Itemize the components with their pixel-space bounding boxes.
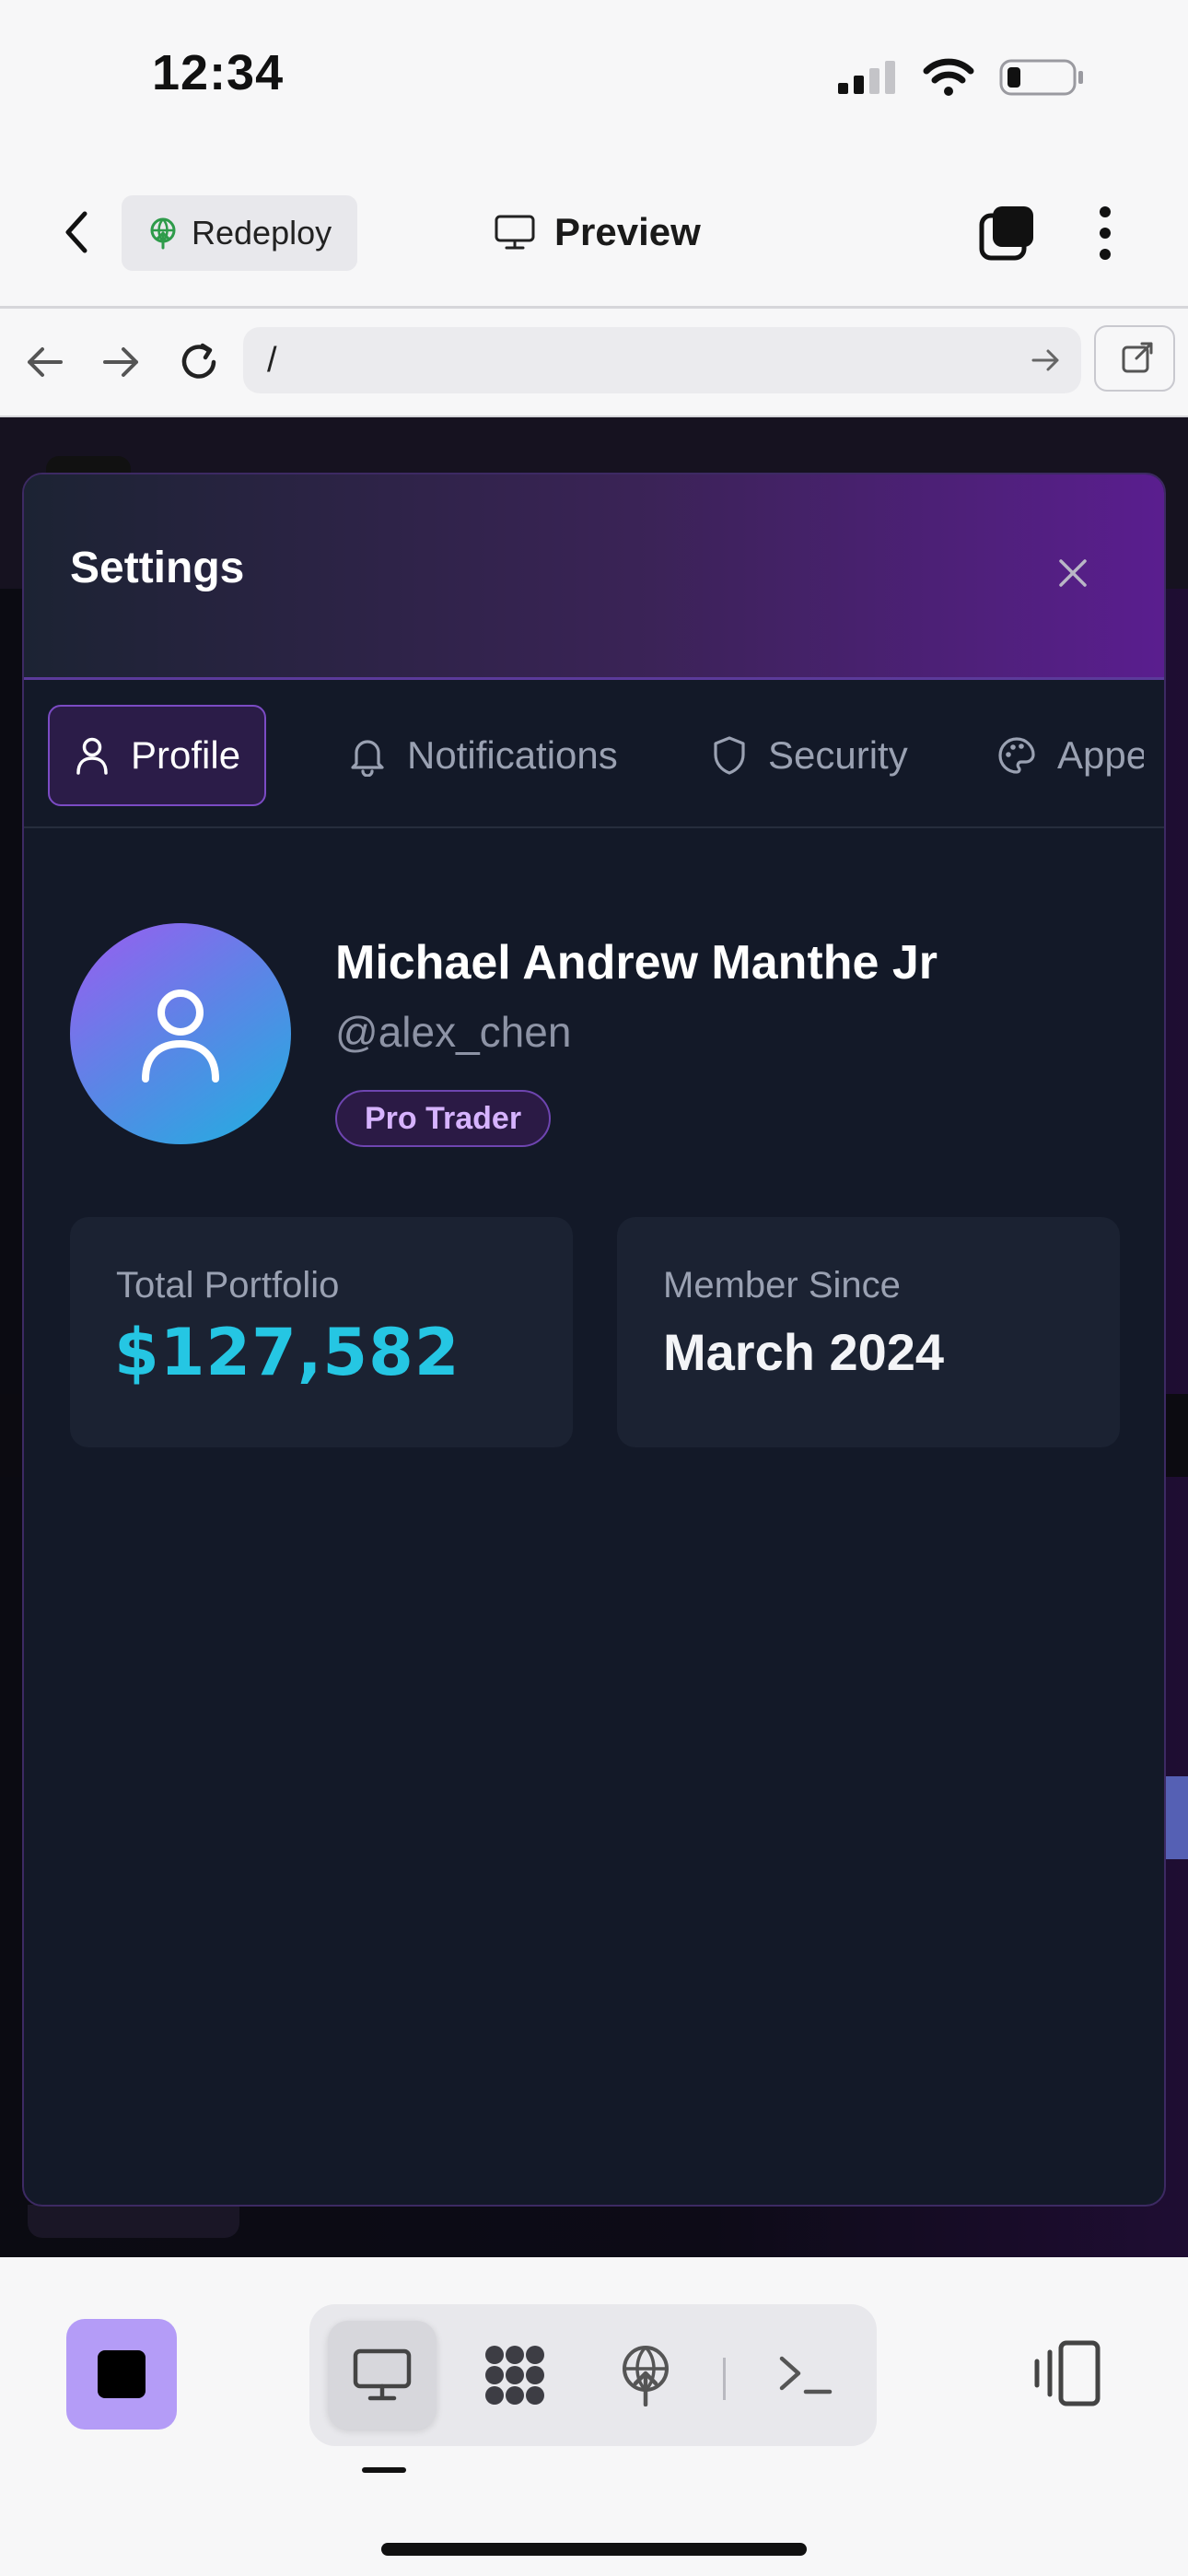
- terminal-icon: [779, 2356, 833, 2395]
- tab-profile-label: Profile: [131, 733, 241, 777]
- portfolio-label: Total Portfolio: [116, 1265, 340, 1306]
- portfolio-card: Total Portfolio $127,582: [70, 1217, 573, 1447]
- home-indicator[interactable]: [381, 2543, 807, 2556]
- nav-back-icon[interactable]: [20, 338, 68, 386]
- portfolio-value: $127,582: [114, 1315, 460, 1390]
- url-go-arrow-icon[interactable]: [1030, 344, 1063, 377]
- modal-header: Settings: [24, 474, 1164, 680]
- tool-workflows[interactable]: [460, 2321, 569, 2430]
- tab-appearance[interactable]: Appearance: [973, 705, 1144, 806]
- external-link-icon: [1122, 342, 1153, 373]
- open-external-button[interactable]: [1094, 325, 1175, 392]
- tab-notifications[interactable]: Notifications: [324, 705, 642, 806]
- status-icons: [836, 57, 1087, 98]
- status-badge: Pro Trader: [335, 1090, 552, 1147]
- battery-icon: [999, 59, 1083, 96]
- user-avatar-icon: [142, 989, 219, 1083]
- tab-security-label: Security: [768, 733, 908, 777]
- stop-button[interactable]: [66, 2319, 177, 2430]
- app-viewport: Settings Profile Notifications Security …: [0, 417, 1188, 2257]
- monitor-icon: [495, 215, 535, 250]
- cellular-signal-icon: [838, 61, 895, 94]
- globe-upload-icon: [150, 217, 176, 250]
- member-since-card: Member Since March 2024: [617, 1217, 1120, 1447]
- tabs-switcher-icon[interactable]: [978, 205, 1035, 262]
- tab-profile[interactable]: Profile: [48, 705, 267, 806]
- device-frame-icon[interactable]: [1030, 2337, 1105, 2411]
- profile-name: Michael Andrew Manthe Jr: [335, 936, 938, 989]
- tab-scroll-area[interactable]: Profile Notifications Security App: [24, 679, 1144, 826]
- tab-notifications-label: Notifications: [407, 733, 618, 777]
- app-header: Redeploy Preview: [0, 157, 1188, 309]
- redeploy-label: Redeploy: [192, 214, 332, 252]
- tab-security[interactable]: Security: [687, 705, 932, 806]
- reload-icon[interactable]: [175, 338, 223, 386]
- monitor-icon: [353, 2348, 412, 2401]
- bell-icon: [351, 740, 384, 777]
- close-icon[interactable]: [1054, 554, 1092, 592]
- globe-upload-icon: [623, 2346, 669, 2406]
- shield-icon: [714, 736, 745, 775]
- member-since-label: Member Since: [663, 1265, 901, 1306]
- wifi-icon: [923, 58, 974, 96]
- nodes-grid-icon: [485, 2346, 544, 2405]
- profile-handle: @alex_chen: [335, 1008, 572, 1056]
- toolbar-divider: [723, 2358, 726, 2400]
- tab-appearance-label: Appearance: [1057, 733, 1144, 777]
- preview-title[interactable]: Preview: [494, 210, 701, 254]
- more-menu-icon[interactable]: [1089, 203, 1122, 263]
- background-footer-tab: [28, 2205, 239, 2238]
- bottom-toolbar: [0, 2262, 1188, 2576]
- tool-deploy[interactable]: [591, 2321, 700, 2430]
- active-tool-indicator: [362, 2467, 406, 2473]
- tool-switcher: [309, 2304, 877, 2446]
- user-icon: [76, 737, 108, 775]
- stop-icon: [98, 2350, 146, 2398]
- status-time: 12:34: [152, 45, 285, 100]
- status-bar: 12:34: [0, 0, 1188, 157]
- modal-title: Settings: [70, 544, 245, 592]
- url-input[interactable]: /: [243, 327, 1081, 393]
- palette-icon: [998, 737, 1035, 774]
- preview-label: Preview: [554, 210, 701, 253]
- avatar: [70, 923, 291, 1144]
- tool-preview[interactable]: [328, 2321, 437, 2430]
- redeploy-button[interactable]: Redeploy: [122, 195, 358, 271]
- browser-nav-bar: /: [0, 309, 1188, 417]
- settings-modal: Settings Profile Notifications Security …: [22, 473, 1166, 2207]
- tool-console[interactable]: [751, 2321, 860, 2430]
- nav-forward-icon[interactable]: [98, 338, 146, 386]
- back-chevron-icon[interactable]: [55, 205, 101, 260]
- background-button-edge: [1162, 1776, 1188, 1859]
- member-since-value: March 2024: [663, 1323, 945, 1381]
- settings-tab-bar: Profile Notifications Security App: [24, 679, 1164, 828]
- url-value: /: [267, 340, 277, 380]
